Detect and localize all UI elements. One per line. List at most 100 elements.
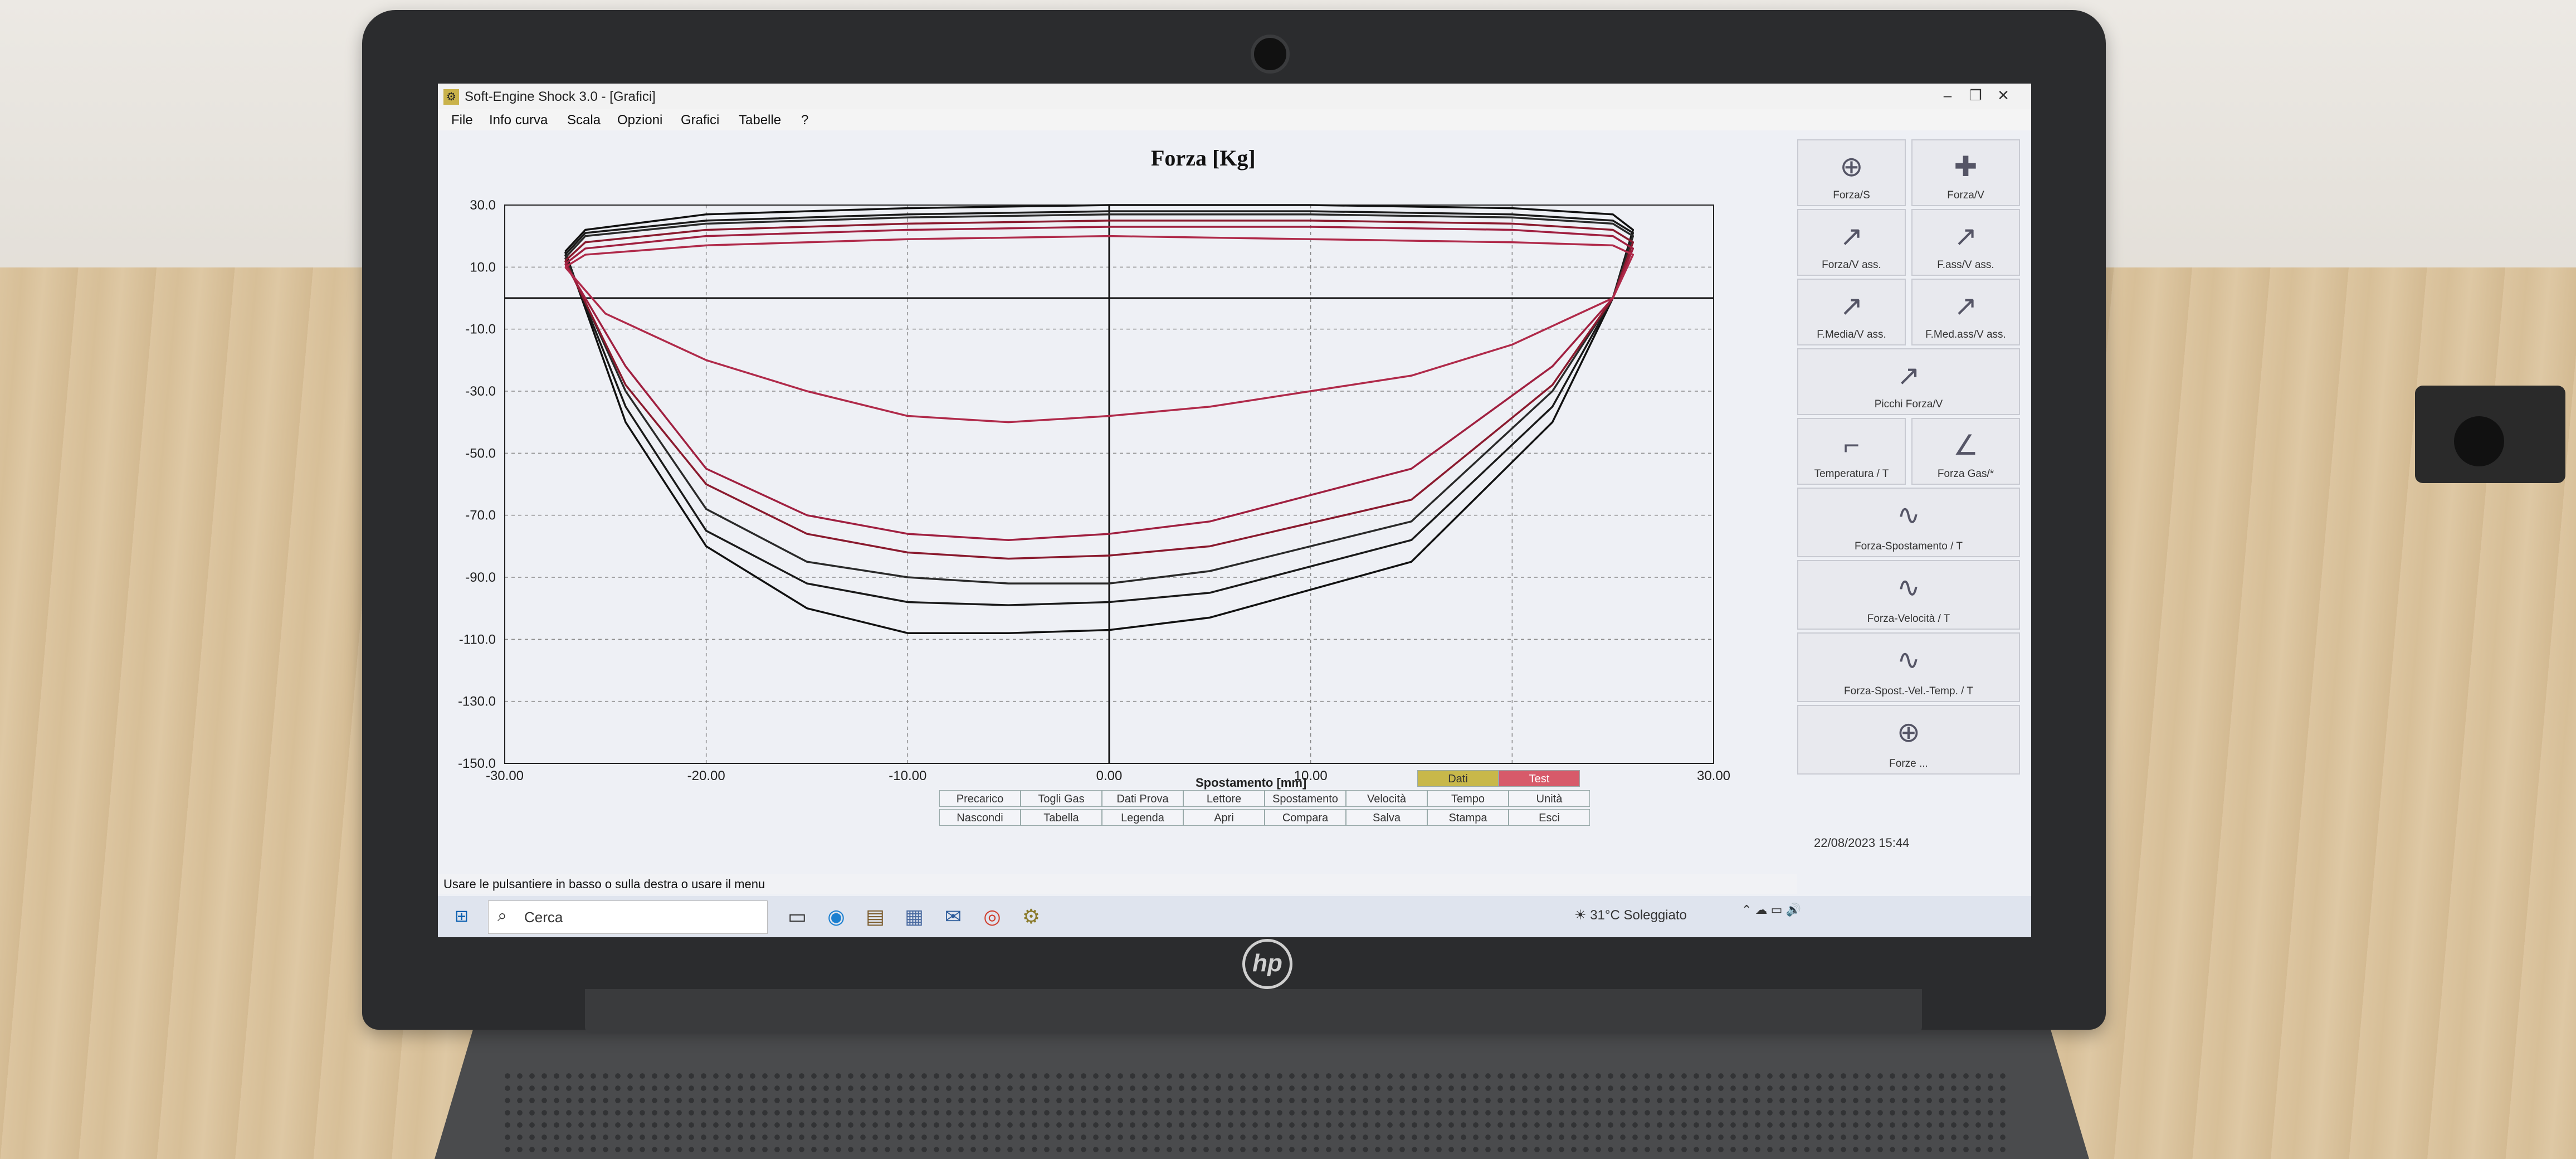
system-tray[interactable]: ⌃ ☁ ▭ 🔊 [1741, 903, 1801, 917]
chart-button-label: F.Media/V ass. [1817, 329, 1886, 340]
y-tick-label: 30.0 [470, 198, 496, 213]
chart-button-label: Forza-Velocità / T [1867, 613, 1950, 625]
chart-type-icon: ✚ [1954, 151, 1978, 182]
taskbar: ⊞ ⌕ Cerca ▭ ◉ ▤ ▦ ✉ ◎ ⚙ ☀ 31°C Soleggiat… [438, 896, 2031, 937]
weather-widget[interactable]: ☀ 31°C Soleggiato [1574, 907, 1687, 923]
chart-type-icon: ⊕ [1897, 717, 1920, 748]
control-button-velocit-[interactable]: Velocità [1346, 790, 1427, 807]
chart-button-label: Forza/V [1947, 189, 1984, 201]
laptop-hinge [585, 989, 1922, 1034]
chart-button-5[interactable]: ↗ F.Media/V ass. [1797, 279, 1906, 345]
chart-type-icon: ↗ [1897, 360, 1920, 391]
chart-button-12[interactable]: ∿ Forza-Spost.-Vel.-Temp. / T [1797, 632, 2020, 702]
chart-button-2[interactable]: ✚ Forza/V [1911, 139, 2020, 206]
search-placeholder: Cerca [524, 909, 563, 926]
y-tick-label: -50.0 [465, 446, 496, 461]
chart-button-1[interactable]: ⊕ Forza/S [1797, 139, 1906, 206]
control-button-spostamento[interactable]: Spostamento [1265, 790, 1346, 807]
close-button[interactable]: ✕ [1992, 87, 2014, 106]
chart-type-icon: ↗ [1954, 221, 1978, 252]
control-button-apri[interactable]: Apri [1183, 809, 1265, 826]
chart-type-icon: ∿ [1897, 499, 1920, 530]
chart-button-label: Temperatura / T [1814, 468, 1889, 480]
mail-icon[interactable]: ✉ [939, 903, 967, 931]
chart-button-label: F.Med.ass/V ass. [1925, 329, 2006, 340]
chart-button-4[interactable]: ↗ F.ass/V ass. [1911, 209, 2020, 276]
control-button-legenda[interactable]: Legenda [1102, 809, 1183, 826]
control-button-tabella[interactable]: Tabella [1021, 809, 1102, 826]
y-tick-label: -90.0 [465, 570, 496, 585]
chart-button-6[interactable]: ↗ F.Med.ass/V ass. [1911, 279, 2020, 345]
chart-button-7[interactable]: ↗ Picchi Forza/V [1797, 348, 2020, 415]
windows-start-icon[interactable]: ⊞ [455, 907, 474, 926]
chart-type-icon: ⌐ [1843, 430, 1860, 461]
x-tick-label: 0.00 [1096, 768, 1123, 783]
control-button-lettore[interactable]: Lettore [1183, 790, 1265, 807]
control-button-precarico[interactable]: Precarico [939, 790, 1021, 807]
search-icon: ⌕ [497, 907, 507, 925]
x-tick-label: -10.00 [889, 768, 926, 783]
y-tick-label: -10.0 [465, 322, 496, 337]
control-button-tempo[interactable]: Tempo [1427, 790, 1509, 807]
control-button-togli-gas[interactable]: Togli Gas [1021, 790, 1102, 807]
chart-button-label: Forza-Spostamento / T [1855, 540, 1963, 552]
wall-outlet [2415, 386, 2565, 483]
status-datetime: 22/08/2023 15:44 [1814, 836, 1910, 850]
taskbar-search[interactable]: ⌕ Cerca [488, 900, 768, 934]
y-tick-label: -30.0 [465, 384, 496, 399]
test-tab[interactable]: Test [1499, 770, 1580, 787]
hp-logo: hp [1242, 939, 1292, 989]
edge-browser-icon[interactable]: ◉ [822, 903, 850, 931]
control-button-esci[interactable]: Esci [1509, 809, 1590, 826]
chart-type-icon: ∠ [1953, 430, 1978, 461]
chart-button-3[interactable]: ↗ Forza/V ass. [1797, 209, 1906, 276]
chart-button-9[interactable]: ∠ Forza Gas/* [1911, 418, 2020, 485]
chart-type-icon: ⊕ [1840, 151, 1863, 182]
restore-button[interactable]: ❐ [1964, 87, 1987, 106]
chart-button-label: Forza-Spost.-Vel.-Temp. / T [1844, 685, 1973, 697]
chart-type-panel: ⊕ Forza/S ✚ Forza/V ↗ Forza/V ass. ↗ F.ass/V as… [1797, 139, 2020, 847]
chart-button-13[interactable]: ⊕ Forze ... [1797, 705, 2020, 775]
y-tick-label: -110.0 [459, 632, 496, 647]
task-view-icon[interactable]: ▭ [783, 903, 811, 931]
control-button-salva[interactable]: Salva [1346, 809, 1427, 826]
chart-button-label: Forza/V ass. [1822, 259, 1881, 271]
chart-button-label: Picchi Forza/V [1874, 398, 1943, 410]
force-curve-1 [564, 204, 1635, 634]
chart-button-10[interactable]: ∿ Forza-Spostamento / T [1797, 488, 2020, 557]
chart-button-8[interactable]: ⌐ Temperatura / T [1797, 418, 1906, 485]
soft-engine-app-icon[interactable]: ⚙ [1017, 903, 1045, 931]
x-axis-label: Spostamento [mm] [1196, 776, 1307, 790]
control-button-stampa[interactable]: Stampa [1427, 809, 1509, 826]
control-button-unit-[interactable]: Unità [1509, 790, 1590, 807]
y-tick-label: -130.0 [458, 694, 496, 709]
control-button-compara[interactable]: Compara [1265, 809, 1346, 826]
force-displacement-chart: -30.00-20.00-10.000.0010.0020.0030.0030.… [458, 198, 1730, 783]
chart-type-icon: ↗ [1840, 221, 1863, 252]
chart-button-label: Forza Gas/* [1937, 468, 1994, 480]
sun-icon: ☀ [1574, 908, 1591, 923]
y-tick-label: -70.0 [465, 508, 496, 523]
weather-text: 31°C Soleggiato [1590, 908, 1687, 923]
chart-button-label: Forza/S [1833, 189, 1870, 201]
chart-button-label: F.ass/V ass. [1937, 259, 1994, 271]
file-explorer-icon[interactable]: ▤ [861, 903, 889, 931]
status-bar: Usare le pulsantiere in basso o sulla de… [438, 874, 1797, 894]
laptop-screen: ⚙ Soft-Engine Shock 3.0 - [Grafici] – ❐ … [438, 84, 2031, 937]
force-curve-4 [564, 220, 1635, 560]
chart-type-icon: ↗ [1954, 290, 1978, 322]
control-button-nascondi[interactable]: Nascondi [939, 809, 1021, 826]
force-curve-3 [564, 213, 1635, 585]
control-button-dati-prova[interactable]: Dati Prova [1102, 790, 1183, 807]
y-tick-label: -150.0 [458, 756, 496, 771]
status-hint: Usare le pulsantiere in basso o sulla de… [443, 877, 765, 891]
chart-type-icon: ∿ [1897, 572, 1920, 603]
minimize-button[interactable]: – [1936, 87, 1959, 106]
speaker-grille [501, 1070, 2006, 1153]
chrome-icon[interactable]: ◎ [978, 903, 1006, 931]
chart-button-label: Forze ... [1889, 758, 1928, 770]
webcam-icon [1251, 35, 1290, 74]
store-icon[interactable]: ▦ [900, 903, 928, 931]
chart-button-11[interactable]: ∿ Forza-Velocità / T [1797, 560, 2020, 630]
dati-tab[interactable]: Dati [1417, 770, 1499, 787]
